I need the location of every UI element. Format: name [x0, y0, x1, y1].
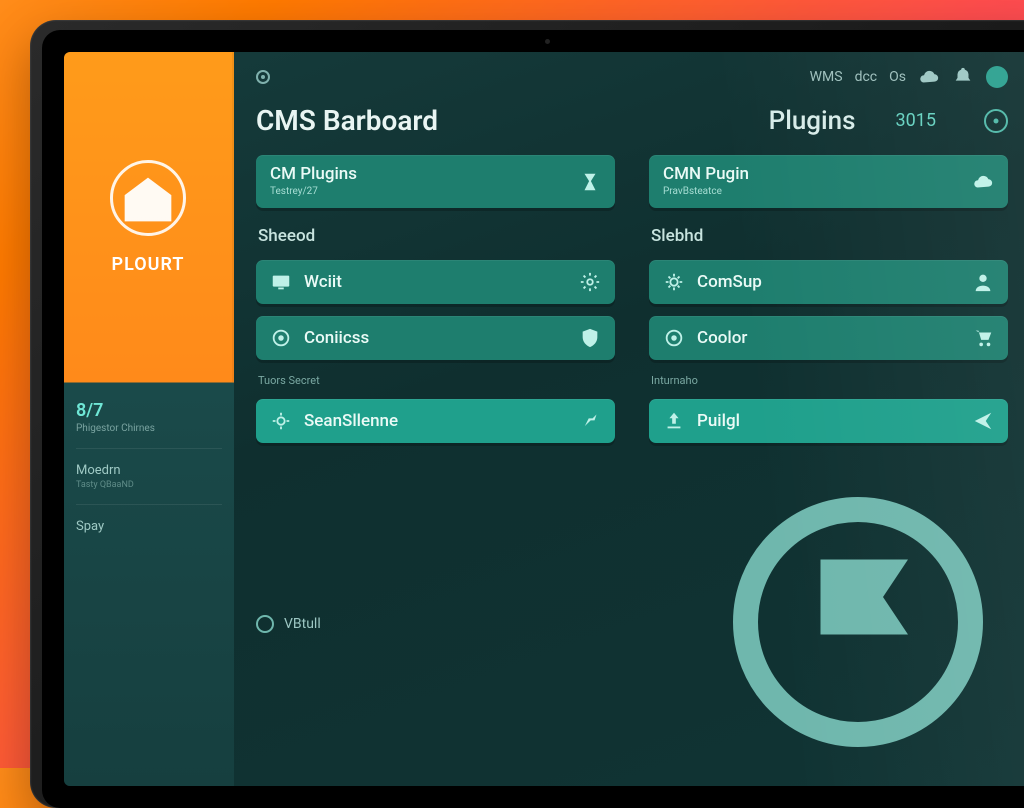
flag-icon[interactable] — [708, 472, 1008, 776]
caption-inturnaho: Inturnaho — [651, 374, 1008, 387]
card-subtitle: Testrey/27 — [270, 186, 357, 197]
sidebar-item-spay[interactable]: Spay — [76, 519, 222, 534]
avatar-icon[interactable] — [986, 66, 1008, 88]
cart-icon — [972, 327, 994, 349]
card-title: CM Plugins — [270, 166, 357, 183]
section-slebhd: Slebhd — [651, 226, 1008, 246]
topbar: WMS dcc Os — [256, 66, 1008, 88]
card-title: Puilgl — [697, 413, 740, 430]
card-title: ComSup — [697, 274, 762, 291]
section-sheeod: Sheeod — [258, 226, 615, 246]
card-title: Coolor — [697, 330, 747, 347]
gear-icon — [579, 271, 601, 293]
sidebar-stat-number: 8/7 — [76, 400, 222, 421]
send-icon — [972, 410, 994, 432]
topnav-wms[interactable]: WMS — [810, 69, 843, 85]
card-title: Wciit — [304, 274, 342, 291]
upload-icon — [663, 410, 685, 432]
sidebar-item-label: Spay — [76, 519, 222, 534]
right-column: CMN Pugin PravBsteatce Slebhd — [649, 155, 1008, 462]
left-column: CM Plugins Testrey/27 Sheeod — [256, 155, 615, 462]
card-conics[interactable]: Coniicss — [256, 316, 615, 360]
caption-turs-secret: Tuors Secret — [258, 374, 615, 387]
record-icon[interactable] — [256, 70, 270, 84]
card-puilgl[interactable]: Puilgl — [649, 399, 1008, 443]
screen-bezel: PLOURT 8/7 Phigestor Chirnes Moedrn Tast… — [42, 30, 1024, 808]
sidebar-stat-caption: Phigestor Chirnes — [76, 423, 222, 434]
card-comsup[interactable]: ComSup — [649, 260, 1008, 304]
bell-icon[interactable] — [952, 66, 974, 88]
shield-icon — [579, 327, 601, 349]
sidebar: PLOURT 8/7 Phigestor Chirnes Moedrn Tast… — [64, 52, 234, 786]
header-count: 3015 — [896, 110, 936, 131]
brand-label: PLOURT — [112, 254, 185, 275]
laptop-frame: PLOURT 8/7 Phigestor Chirnes Moedrn Tast… — [30, 20, 1024, 808]
card-coolor[interactable]: Coolor — [649, 316, 1008, 360]
divider — [76, 448, 222, 449]
status-ring-icon — [256, 615, 274, 633]
page-subtitle: Plugins — [769, 106, 856, 136]
card-cmn-pugin[interactable]: CMN Pugin PravBsteatce — [649, 155, 1008, 208]
page-header: CMS Barboard Plugins 3015 — [256, 104, 1008, 137]
card-title: Coniicss — [304, 330, 369, 347]
card-subtitle: PravBsteatce — [663, 186, 749, 197]
app-screen: PLOURT 8/7 Phigestor Chirnes Moedrn Tast… — [64, 52, 1024, 786]
user-icon — [972, 271, 994, 293]
main-panel: WMS dcc Os CMS Barboard Plugins 3015 — [234, 52, 1024, 786]
content-columns: CM Plugins Testrey/27 Sheeod — [256, 155, 1008, 462]
gear-icon — [663, 271, 685, 293]
card-wciit[interactable]: Wciit — [256, 260, 615, 304]
sidebar-lower: 8/7 Phigestor Chirnes Moedrn Tasty QBaaN… — [64, 382, 234, 786]
sidebar-item-moedrn[interactable]: Moedrn Tasty QBaaND — [76, 463, 222, 490]
sidebar-item-label: Moedrn — [76, 463, 222, 478]
monitor-icon — [270, 271, 292, 293]
page-title: CMS Barboard — [256, 104, 729, 137]
brand-block: PLOURT — [64, 52, 234, 382]
camera-notch — [517, 38, 577, 44]
topnav-os[interactable]: Os — [889, 69, 906, 85]
footer-label: VBtull — [284, 616, 321, 632]
card-title: SeanSllenne — [304, 413, 398, 430]
card-seansllenne[interactable]: SeanSllenne — [256, 399, 615, 443]
circle-dot-icon — [663, 327, 685, 349]
topnav-dcc[interactable]: dcc — [855, 69, 878, 85]
sidebar-item-sub: Tasty QBaaND — [76, 480, 222, 490]
brand-logo-icon — [110, 160, 186, 236]
hourglass-icon — [579, 171, 601, 193]
card-title: CMN Pugin — [663, 166, 749, 183]
footer-row: VBtull — [256, 472, 1008, 776]
sidebar-stat: 8/7 Phigestor Chirnes — [76, 400, 222, 434]
gear-icon — [270, 410, 292, 432]
circle-dot-icon — [270, 327, 292, 349]
divider — [76, 504, 222, 505]
pin-icon — [579, 410, 601, 432]
card-cm-plugins[interactable]: CM Plugins Testrey/27 — [256, 155, 615, 208]
cloud-icon — [972, 171, 994, 193]
refresh-icon[interactable] — [984, 109, 1008, 133]
cloud-icon[interactable] — [918, 66, 940, 88]
